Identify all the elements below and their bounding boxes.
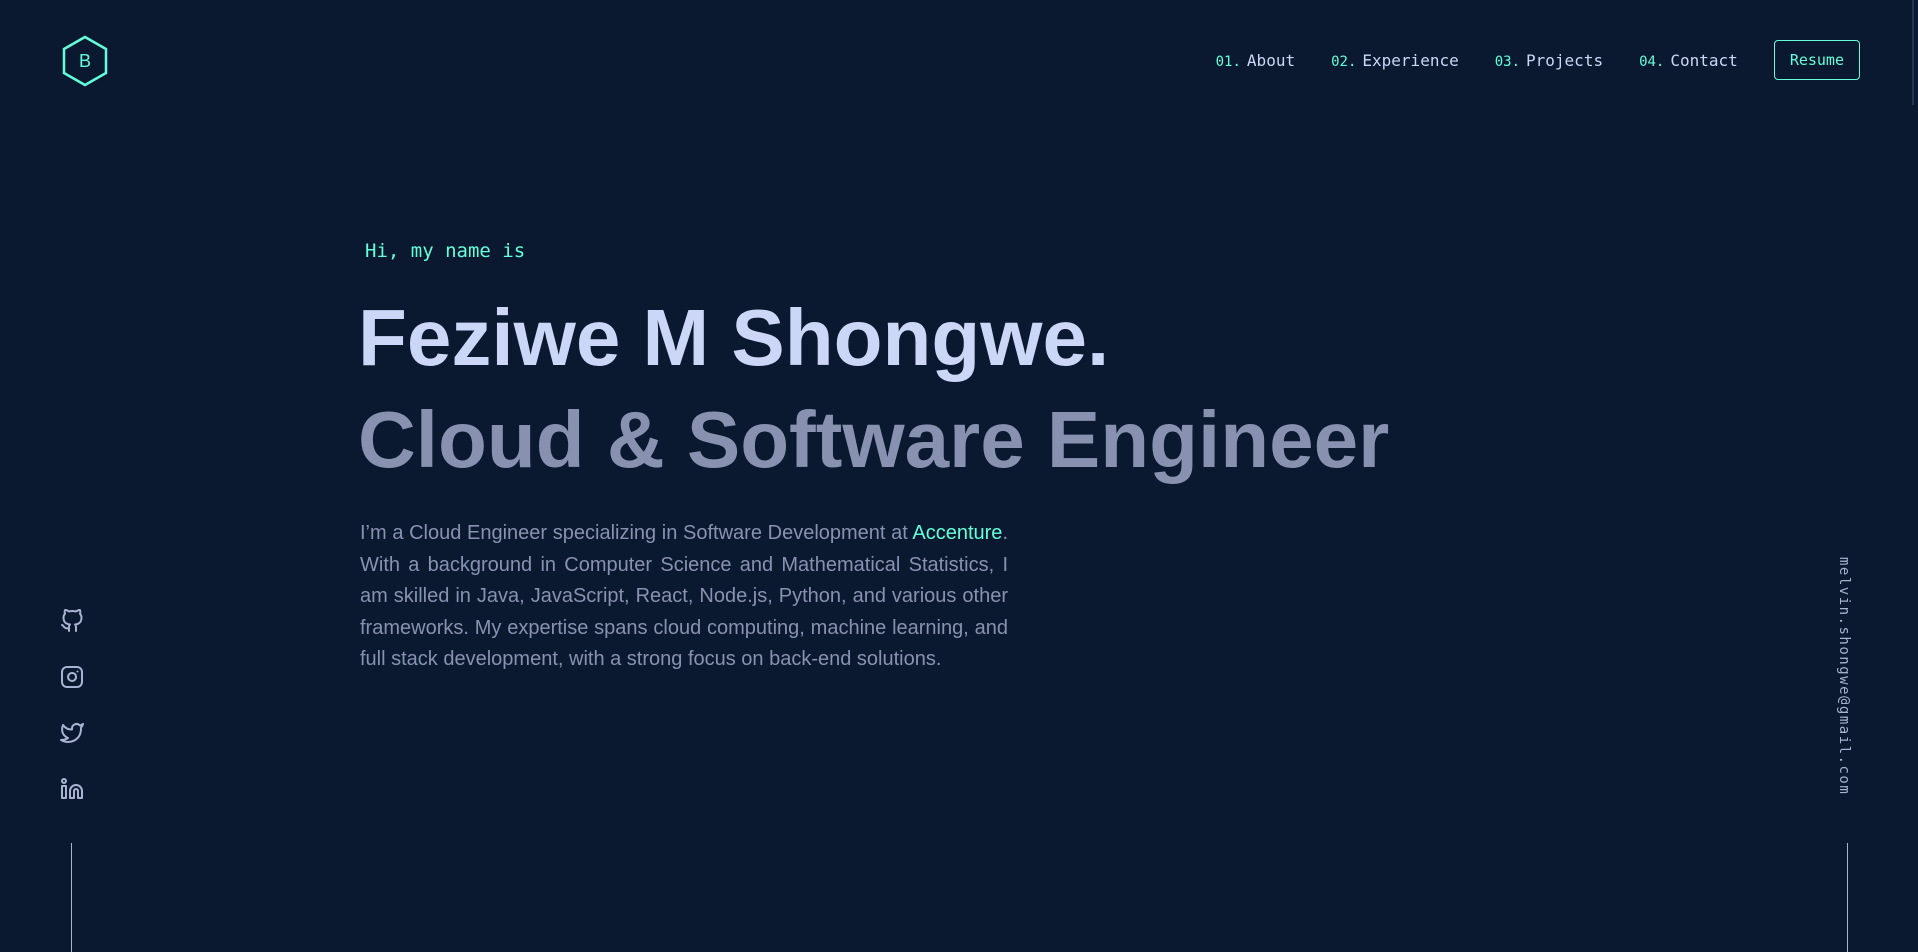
logo-letter: B [79, 51, 91, 71]
nav-item-contact[interactable]: 04. Contact [1639, 51, 1738, 70]
resume-button[interactable]: Resume [1773, 40, 1860, 80]
nav-item-number: 02. [1331, 53, 1357, 70]
nav-item-about[interactable]: 01. About [1216, 51, 1295, 70]
linkedin-link[interactable] [56, 773, 88, 805]
nav-item-label: Contact [1670, 50, 1738, 70]
left-rail-line [71, 843, 72, 952]
bio-text-start: I’m a Cloud Engineer specializing in Sof… [360, 522, 913, 544]
hero-name: Feziwe M Shongwe. [358, 293, 1110, 382]
social-links [56, 605, 88, 829]
github-link[interactable] [56, 605, 88, 637]
nav-item-label: Projects [1526, 50, 1604, 70]
hero-tagline: Cloud & Software Engineer [358, 395, 1390, 484]
nav-item-number: 03. [1494, 53, 1521, 70]
github-icon [61, 609, 83, 632]
instagram-icon [61, 666, 83, 688]
scrollbar[interactable] [1912, 0, 1914, 105]
main-nav: 01. About 02. Experience 03. Projects 04… [1216, 40, 1860, 80]
twitter-link[interactable] [56, 717, 88, 749]
instagram-link[interactable] [56, 661, 88, 693]
nav-item-label: About [1246, 50, 1296, 70]
linkedin-icon [61, 778, 83, 799]
nav-item-label: Experience [1362, 50, 1459, 70]
nav-item-projects[interactable]: 03. Projects [1495, 51, 1603, 70]
accenture-link[interactable]: Accenture [912, 522, 1002, 544]
hero-greeting: Hi, my name is [365, 240, 526, 262]
nav-item-number: 04. [1639, 53, 1665, 70]
hexagon-logo-icon: B [62, 35, 108, 87]
email-link[interactable]: melvin.shongwe@gmail.com [1836, 557, 1852, 795]
twitter-icon [60, 723, 84, 743]
nav-item-number: 01. [1215, 53, 1241, 70]
logo[interactable]: B [61, 35, 109, 87]
right-rail-line [1847, 843, 1848, 952]
nav-item-experience[interactable]: 02. Experience [1331, 51, 1459, 70]
hero-bio: I’m a Cloud Engineer specializing in Sof… [360, 518, 1008, 676]
bio-text-end: . With a background in Computer Science … [360, 522, 1008, 670]
